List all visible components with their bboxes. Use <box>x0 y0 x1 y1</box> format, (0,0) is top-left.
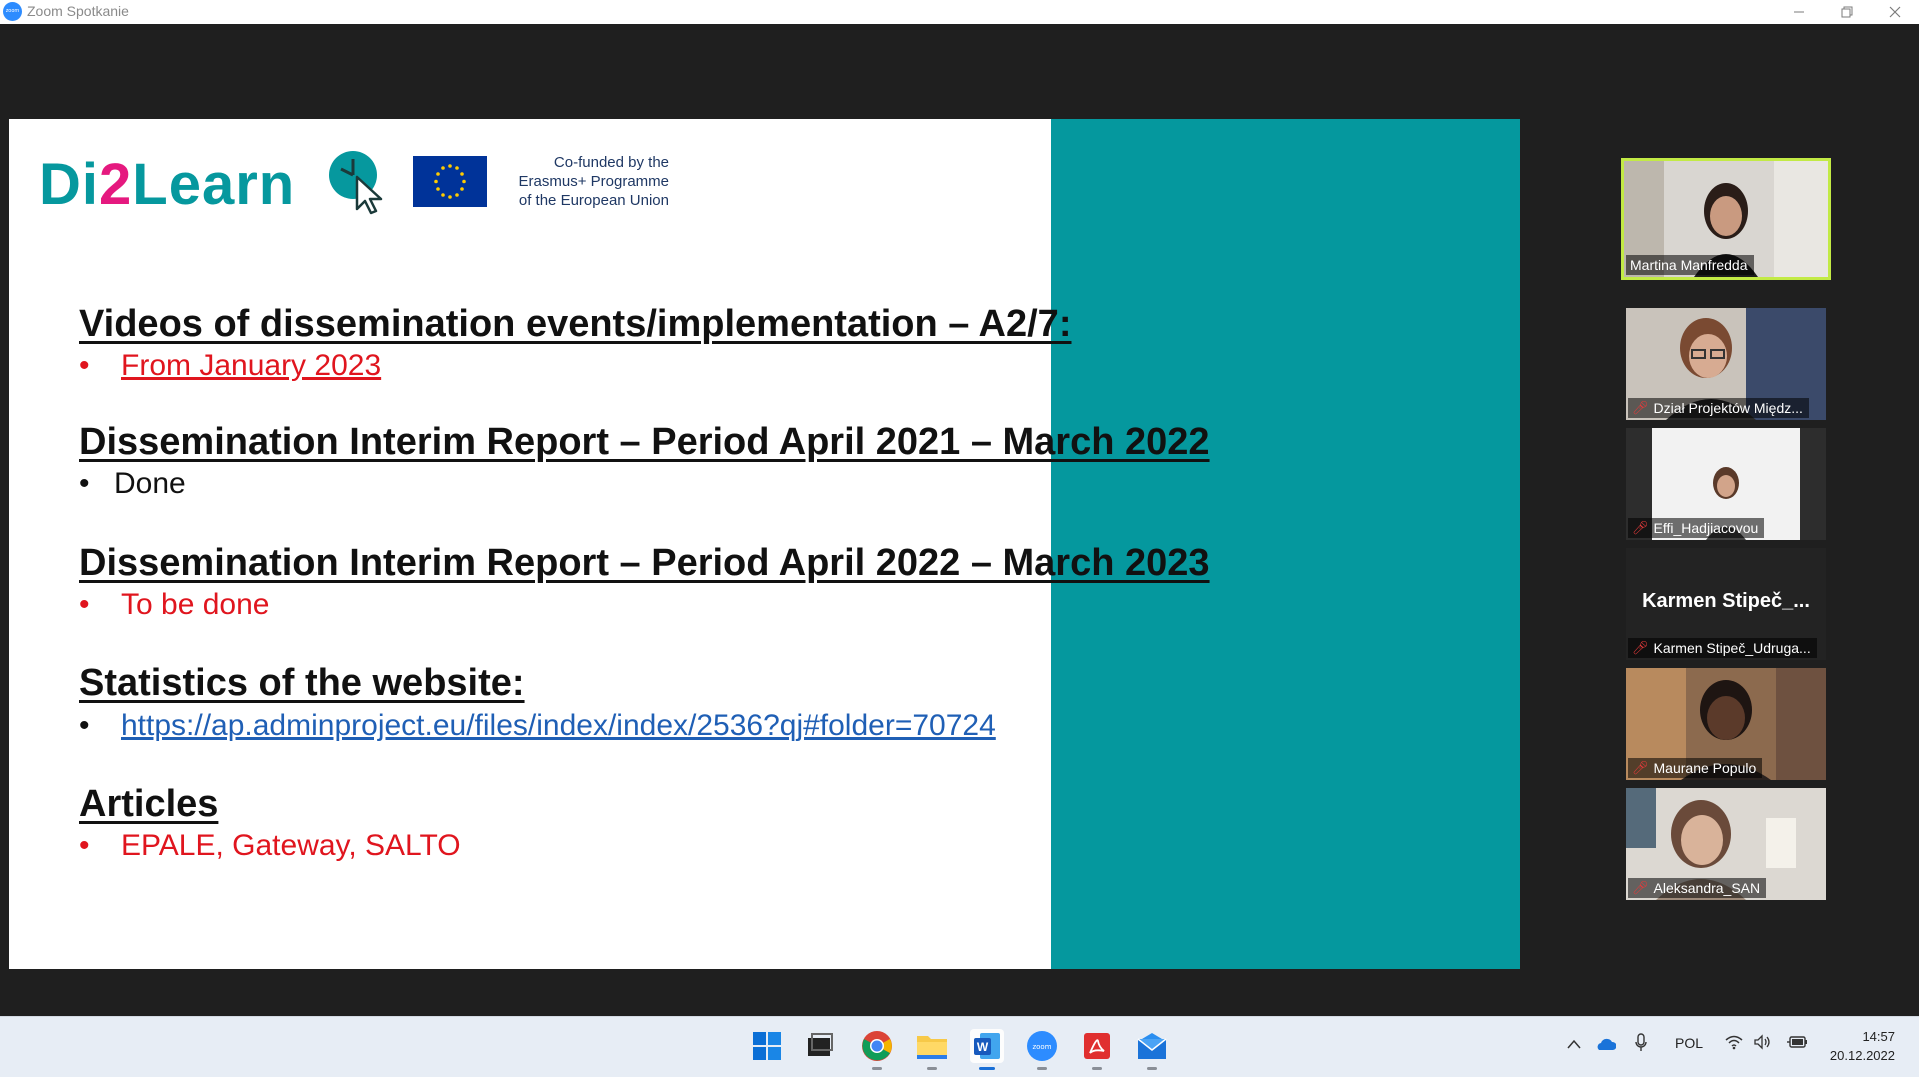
bullet-to-be-done: • To be done <box>79 588 270 621</box>
section-heading-report-2022: Dissemination Interim Report – Period Ap… <box>79 542 1210 584</box>
windows-taskbar: W zoom POL 14:57 20.12.2022 <box>0 1016 1919 1077</box>
meeting-area: Di2Learn Co-funded by the Erasmus+ Progr… <box>0 24 1919 1016</box>
muted-mic-icon: 🎤︎ <box>1632 760 1649 775</box>
onedrive-tray[interactable] <box>1594 1037 1617 1054</box>
word-icon: W <box>974 1033 1000 1059</box>
from-january-link[interactable]: From January 2023 <box>121 349 381 382</box>
chevron-up-icon <box>1567 1039 1581 1049</box>
zoom-icon: zoom <box>1027 1031 1057 1061</box>
section-heading-videos: Videos of dissemination events/implement… <box>79 303 1072 345</box>
muted-mic-icon: 🎤︎ <box>1632 880 1649 895</box>
bullet-website-link: • https://ap.adminproject.eu/files/index/… <box>79 709 996 742</box>
task-view-icon <box>808 1033 833 1056</box>
clock-date: 20.12.2022 <box>1829 1048 1895 1063</box>
shared-slide: Di2Learn Co-funded by the Erasmus+ Progr… <box>9 119 1520 969</box>
section-heading-report-2021: Dissemination Interim Report – Period Ap… <box>79 421 1210 463</box>
volume-icon <box>1754 1034 1770 1050</box>
start-button[interactable] <box>750 1029 784 1063</box>
muted-mic-icon: 🎤︎ <box>1632 520 1649 535</box>
onedrive-cloud-icon <box>1597 1038 1617 1050</box>
eu-flag-icon <box>413 156 487 207</box>
section-heading-statistics: Statistics of the website: <box>79 662 525 704</box>
website-statistics-link[interactable]: https://ap.adminproject.eu/files/index/i… <box>121 709 996 742</box>
participant-name: 🎤︎ Dział Projektów Międz... <box>1628 398 1809 418</box>
participant-tile-aleksandra[interactable]: 🎤︎ Aleksandra_SAN <box>1626 788 1826 900</box>
minimize-button[interactable] <box>1775 0 1823 24</box>
wifi-icon <box>1725 1035 1743 1050</box>
window-title: Zoom Spotkanie <box>27 3 129 19</box>
participant-name: 🎤︎ Karmen Stipeč_Udruga... <box>1628 638 1817 658</box>
mail-button[interactable] <box>1135 1029 1169 1070</box>
participant-tile-dzial[interactable]: 🎤︎ Dział Projektów Międz... <box>1626 308 1826 420</box>
show-hidden-icons-button[interactable] <box>1566 1037 1582 1053</box>
participant-display-name: Karmen Stipeč_... <box>1642 590 1810 612</box>
microphone-icon <box>1635 1033 1647 1051</box>
zoom-app-icon: zoom <box>3 2 22 21</box>
participant-name: 🎤︎ Maurane Populo <box>1628 758 1763 778</box>
chrome-icon <box>862 1031 892 1061</box>
restore-icon <box>1841 6 1853 18</box>
participant-name: 🎤︎ Effi_Hadjiacovou <box>1628 518 1765 538</box>
minimize-icon <box>1794 11 1804 13</box>
system-clock[interactable]: 14:57 20.12.2022 <box>1830 1027 1895 1065</box>
muted-mic-icon: 🎤︎ <box>1632 640 1649 655</box>
participant-name: Martina Manfredda <box>1626 255 1754 275</box>
file-explorer-button[interactable] <box>915 1029 949 1070</box>
di2learn-logo-text: Di2Learn <box>39 152 296 217</box>
windows-start-icon <box>753 1032 781 1060</box>
acrobat-icon <box>1084 1033 1110 1059</box>
bullet-articles: • EPALE, Gateway, SALTO <box>79 829 461 862</box>
acrobat-button[interactable] <box>1080 1029 1114 1070</box>
clock-time: 14:57 <box>1862 1029 1895 1044</box>
volume-tray[interactable] <box>1753 1034 1773 1053</box>
participant-tile-maurane[interactable]: 🎤︎ Maurane Populo <box>1626 668 1826 780</box>
folder-icon <box>917 1036 947 1059</box>
eu-cofunded-text: Co-funded by the Erasmus+ Programme of t… <box>518 154 669 209</box>
muted-mic-icon: 🎤︎ <box>1632 400 1649 415</box>
participant-tile-effi[interactable]: 🎤︎ Effi_Hadjiacovou <box>1626 428 1826 540</box>
bullet-from-january: • From January 2023 <box>79 349 382 382</box>
word-button[interactable]: W <box>970 1029 1004 1070</box>
section-heading-articles: Articles <box>79 783 219 825</box>
input-language[interactable]: POL <box>1675 1035 1703 1051</box>
participant-name: 🎤︎ Aleksandra_SAN <box>1628 878 1767 898</box>
task-view-button[interactable] <box>803 1029 837 1063</box>
window-title-bar: zoom Zoom Spotkanie <box>0 0 1919 24</box>
chrome-button[interactable] <box>860 1029 894 1070</box>
wifi-tray[interactable] <box>1724 1034 1744 1053</box>
zoom-button[interactable]: zoom <box>1025 1029 1059 1070</box>
battery-plug-icon <box>1787 1036 1807 1048</box>
svg-text:W: W <box>977 1040 989 1054</box>
mail-icon <box>1137 1033 1167 1059</box>
participant-tile-karmen[interactable]: Karmen Stipeč_... 🎤︎ Karmen Stipeč_Udrug… <box>1626 548 1826 660</box>
svg-text:zoom: zoom <box>1032 1043 1051 1051</box>
bullet-done: • Done <box>79 467 186 500</box>
di2learn-logo-icon <box>329 151 383 215</box>
microphone-tray[interactable] <box>1634 1033 1648 1056</box>
restore-button[interactable] <box>1823 0 1871 24</box>
close-icon <box>1889 6 1901 18</box>
participant-tile-martina[interactable]: Martina Manfredda <box>1621 158 1831 280</box>
close-button[interactable] <box>1871 0 1919 24</box>
battery-tray[interactable] <box>1786 1035 1808 1052</box>
